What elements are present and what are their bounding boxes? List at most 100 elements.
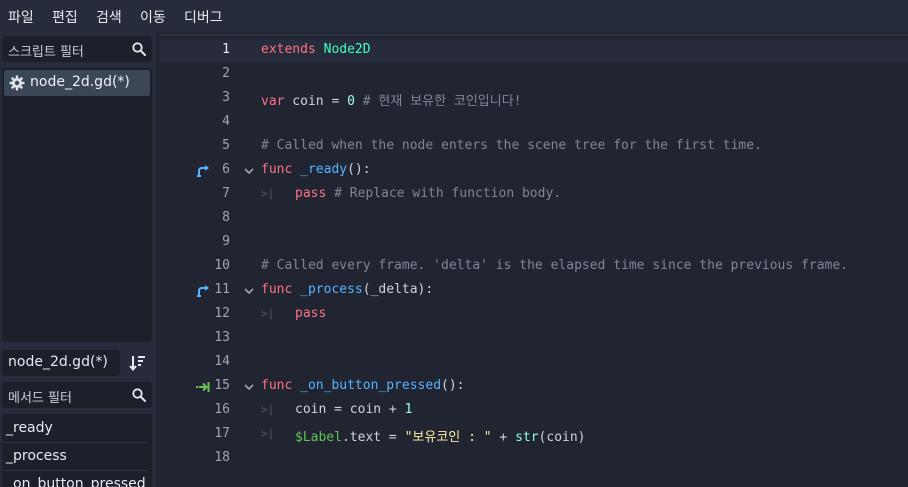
- keyword: func: [261, 282, 293, 297]
- code-line: 2: [160, 63, 908, 87]
- fold-arrow-icon[interactable]: [244, 286, 254, 296]
- search-icon: [132, 42, 146, 56]
- method-item-on-button-pressed[interactable]: _on_button_pressed: [2, 472, 148, 487]
- comment: # Replace with function body.: [326, 186, 562, 201]
- script-list: node_2d.gd(*): [2, 68, 152, 342]
- fold-arrow-icon[interactable]: [244, 166, 254, 176]
- line-number: 18: [214, 450, 230, 465]
- menu-search[interactable]: 검색: [96, 7, 122, 27]
- method-filter-input[interactable]: 메서드 필터: [2, 382, 152, 408]
- line-number: 9: [222, 234, 230, 249]
- punctuation: ():: [441, 378, 465, 393]
- line-number: 16: [214, 402, 230, 417]
- code-line: 1 extends Node2D: [160, 39, 908, 63]
- operator: +: [491, 430, 516, 445]
- sort-methods-button[interactable]: [128, 353, 148, 373]
- punctuation: ():: [347, 162, 371, 177]
- menu-edit[interactable]: 편집: [52, 7, 78, 27]
- search-icon: [132, 388, 146, 402]
- function-name: _on_button_pressed: [300, 378, 442, 393]
- code-line: 14: [160, 351, 908, 375]
- number: 1: [404, 402, 413, 417]
- keyword: func: [261, 162, 293, 177]
- function-name: _ready: [300, 162, 348, 177]
- line-number: 11: [214, 282, 230, 297]
- current-script-name: node_2d.gd(*): [2, 350, 120, 376]
- code-text: func _process(_delta):: [261, 282, 433, 297]
- fold-arrow-icon[interactable]: [244, 382, 254, 392]
- code-line: 15 func _on_button_pressed():: [160, 375, 908, 399]
- method-item-ready[interactable]: _ready: [2, 416, 148, 443]
- code-line: 6 func _ready():: [160, 159, 908, 183]
- comment: # Called when the node enters the scene …: [261, 138, 762, 153]
- editor-top-border: [160, 34, 908, 36]
- code-line: 5 # Called when the node enters the scen…: [160, 135, 908, 159]
- code-editor[interactable]: 1 extends Node2D 2 3 var coin = 0 # 현재 보…: [160, 34, 908, 487]
- line-number: 2: [222, 66, 230, 81]
- method-item-process[interactable]: _process: [2, 444, 148, 471]
- identifier: coin = coin +: [295, 402, 405, 417]
- menu-file[interactable]: 파일: [8, 7, 34, 27]
- code-line: 12 >| pass: [160, 303, 908, 327]
- code-line: 17 >| $Label.text = "보유코인 : " + str(coin…: [160, 423, 908, 447]
- code-line: 16 >| coin = coin + 1: [160, 399, 908, 423]
- identifier: .text =: [341, 430, 405, 445]
- code-line: 10 # Called every frame. 'delta' is the …: [160, 255, 908, 279]
- tab-indent-icon: >|: [261, 187, 275, 200]
- code-line: 8: [160, 207, 908, 231]
- script-list-item-label: node_2d.gd(*): [30, 74, 130, 90]
- function-name: _process: [300, 282, 363, 297]
- line-number: 13: [214, 330, 230, 345]
- line-number: 8: [222, 210, 230, 225]
- identifier: coin =: [284, 94, 348, 109]
- code-text: $Label.text = "보유코인 : " + str(coin): [295, 426, 586, 445]
- line-number: 17: [214, 426, 230, 441]
- code-line: 11 func _process(_delta):: [160, 279, 908, 303]
- punctuation: (_delta):: [362, 282, 434, 297]
- keyword: extends: [261, 42, 316, 57]
- line-number: 7: [222, 186, 230, 201]
- menu-goto[interactable]: 이동: [140, 7, 166, 27]
- code-line: 9: [160, 231, 908, 255]
- script-sidebar: 스크립트 필터 node_2d.gd(*) node_2d.gd(*) 메서드 …: [0, 32, 156, 487]
- code-text: func _on_button_pressed():: [261, 378, 465, 393]
- line-number: 4: [222, 114, 230, 129]
- keyword: pass: [295, 186, 327, 201]
- line-number: 12: [214, 306, 230, 321]
- method-label: _on_button_pressed: [6, 476, 146, 487]
- script-list-item[interactable]: node_2d.gd(*): [4, 70, 150, 96]
- code-text: pass # Replace with function body.: [295, 186, 561, 201]
- tab-indent-icon: >|: [261, 403, 275, 416]
- node-path: $Label: [295, 430, 342, 445]
- string: "보유코인 : ": [404, 430, 492, 445]
- line-number: 1: [222, 42, 230, 57]
- current-script-label: node_2d.gd(*): [8, 354, 108, 370]
- menu-bar: 파일 편집 검색 이동 디버그: [0, 0, 908, 32]
- line-number: 15: [214, 378, 230, 393]
- tab-indent-icon: >|: [261, 427, 275, 440]
- number: 0: [347, 94, 355, 109]
- method-list: _ready _process _on_button_pressed: [2, 414, 152, 487]
- code-line: 13: [160, 327, 908, 351]
- method-filter-placeholder: 메서드 필터: [8, 391, 72, 406]
- line-number: 3: [222, 90, 230, 105]
- line-number: 10: [214, 258, 230, 273]
- code-line: 7 >| pass # Replace with function body.: [160, 183, 908, 207]
- comment: # 현재 보유한 코인입니다!: [354, 94, 522, 109]
- code-text: extends Node2D: [261, 42, 371, 57]
- code-text: coin = coin + 1: [295, 402, 412, 417]
- line-number: 6: [222, 162, 230, 177]
- punctuation: (coin): [538, 430, 586, 445]
- code-text: func _ready():: [261, 162, 371, 177]
- script-filter-input[interactable]: 스크립트 필터: [2, 36, 152, 62]
- code-line: 3 var coin = 0 # 현재 보유한 코인입니다!: [160, 87, 908, 111]
- menu-debug[interactable]: 디버그: [184, 7, 223, 27]
- builtin-function: str: [515, 430, 539, 445]
- tab-indent-icon: >|: [261, 307, 275, 320]
- keyword: pass: [295, 306, 327, 321]
- code-text: var coin = 0 # 현재 보유한 코인입니다!: [261, 90, 522, 109]
- code-line: 4: [160, 111, 908, 135]
- script-filter-placeholder: 스크립트 필터: [8, 45, 84, 60]
- comment: # Called every frame. 'delta' is the ela…: [261, 258, 848, 273]
- line-number: 14: [214, 354, 230, 369]
